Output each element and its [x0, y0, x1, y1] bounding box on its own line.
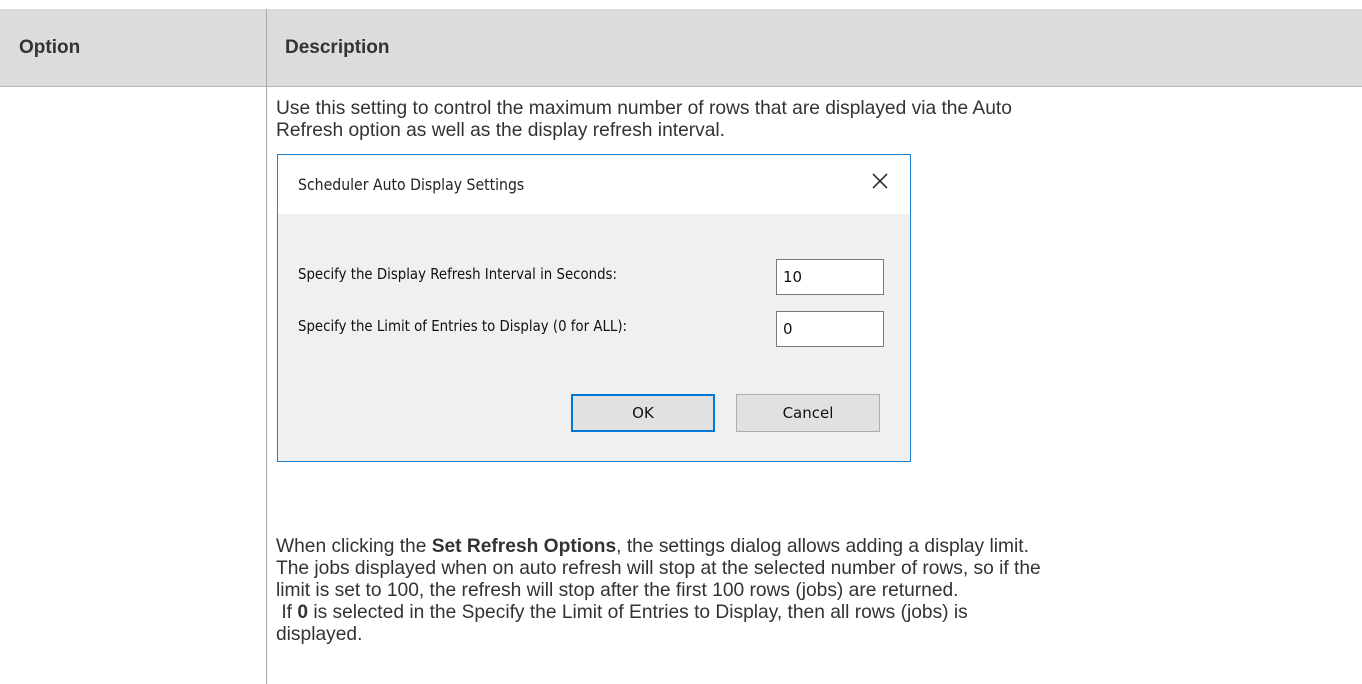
- intro-line: Refresh option as well as the display re…: [276, 120, 725, 141]
- entry-limit-input[interactable]: [776, 311, 884, 347]
- dialog-title: Scheduler Auto Display Settings: [298, 175, 525, 194]
- body-text: If: [276, 602, 298, 623]
- settings-dialog: Scheduler Auto Display Settings Specify …: [277, 154, 911, 462]
- options-table: Option Description Use this setting to c…: [0, 0, 1362, 684]
- close-icon[interactable]: [868, 169, 892, 193]
- entry-limit-label: Specify the Limit of Entries to Display …: [298, 317, 628, 335]
- body-line: displayed.: [276, 624, 363, 645]
- body-text: is selected in the Specify the Limit of …: [308, 602, 968, 623]
- body-paragraph: When clicking the Set Refresh Options, t…: [276, 536, 1041, 646]
- refresh-interval-input[interactable]: [776, 259, 884, 295]
- body-line: When clicking the Set Refresh Options, t…: [276, 536, 1041, 558]
- ok-button[interactable]: OK: [571, 394, 715, 432]
- cancel-button[interactable]: Cancel: [736, 394, 880, 432]
- intro-paragraph: Use this setting to control the maximum …: [276, 98, 1012, 142]
- column-header-description: Description: [285, 37, 390, 58]
- body-line: If 0 is selected in the Specify the Limi…: [276, 602, 1041, 624]
- column-header-option: Option: [19, 37, 81, 58]
- table-header-row: [0, 9, 1362, 86]
- header-divider: [0, 86, 1362, 87]
- body-line: The jobs displayed when on auto refresh …: [276, 558, 1041, 579]
- refresh-interval-label: Specify the Display Refresh Interval in …: [298, 265, 617, 283]
- body-line: limit is set to 100, the refresh will st…: [276, 580, 959, 601]
- body-text: , the settings dialog allows adding a di…: [616, 536, 1029, 557]
- intro-line: Use this setting to control the maximum …: [276, 98, 1012, 119]
- column-divider: [266, 9, 267, 684]
- dialog-titlebar: Scheduler Auto Display Settings: [278, 155, 910, 214]
- set-refresh-options-term: Set Refresh Options: [431, 536, 617, 557]
- zero-value-term: 0: [297, 602, 308, 623]
- body-text: When clicking the: [276, 536, 432, 557]
